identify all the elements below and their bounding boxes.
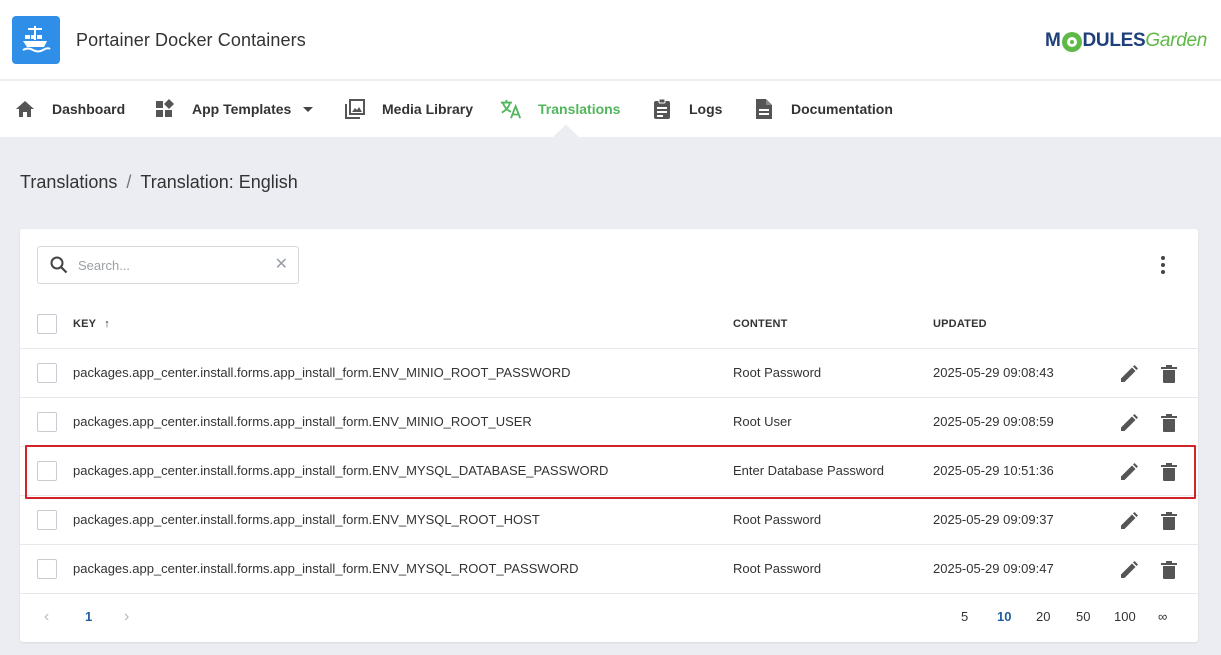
nav-documentation-label: Documentation: [791, 101, 893, 117]
nav-dashboard[interactable]: Dashboard: [14, 81, 125, 137]
edit-icon[interactable]: [1118, 412, 1140, 434]
media-library-icon: [344, 98, 366, 120]
row-checkbox[interactable]: [37, 461, 57, 481]
nav-logs-label: Logs: [689, 101, 723, 117]
cell-content: Root User: [733, 414, 792, 429]
delete-icon[interactable]: [1158, 363, 1180, 385]
next-page-icon[interactable]: ›: [124, 608, 129, 626]
home-icon: [14, 98, 36, 120]
search-input[interactable]: [78, 257, 268, 273]
cell-key: packages.app_center.install.forms.app_in…: [73, 365, 571, 380]
chevron-down-icon: [303, 106, 314, 112]
page-size-option[interactable]: ∞: [1158, 609, 1167, 624]
top-bar: Portainer Docker Containers M DULES Garden: [0, 0, 1221, 80]
page-size-option[interactable]: 50: [1076, 609, 1090, 624]
document-icon: [753, 98, 775, 120]
cell-content: Root Password: [733, 365, 822, 380]
row-checkbox[interactable]: [37, 363, 57, 383]
nav-app-templates[interactable]: App Templates: [154, 81, 314, 137]
nav-translations-label: Translations: [538, 101, 621, 117]
row-checkbox[interactable]: [37, 559, 57, 579]
nav-media-library-label: Media Library: [382, 101, 474, 117]
breadcrumb: Translations / Translation: English: [20, 172, 298, 193]
edit-icon[interactable]: [1118, 510, 1140, 532]
modulesgarden-logo: M DULES Garden: [1044, 30, 1207, 52]
table-row: packages.app_center.install.forms.app_in…: [20, 447, 1198, 496]
clipboard-icon: [651, 98, 673, 120]
prev-page-icon[interactable]: ‹: [44, 608, 49, 626]
cell-content: Root Password: [733, 561, 822, 576]
table-header: KEY ↑ CONTENT UPDATED: [20, 304, 1198, 349]
cell-updated: 2025-05-29 09:08:43: [933, 365, 1054, 380]
table-row: packages.app_center.install.forms.app_in…: [20, 349, 1198, 398]
cell-content: Root Password: [733, 512, 822, 527]
nav-dashboard-label: Dashboard: [52, 101, 126, 117]
nav-app-templates-label: App Templates: [192, 101, 292, 117]
widgets-icon: [154, 98, 176, 120]
main-nav: Dashboard App Templates Media Library Tr…: [0, 81, 1221, 137]
breadcrumb-separator: /: [126, 172, 132, 192]
row-checkbox[interactable]: [37, 510, 57, 530]
page-size-option[interactable]: 10: [997, 609, 1011, 624]
cell-key: packages.app_center.install.forms.app_in…: [73, 463, 609, 478]
column-content[interactable]: CONTENT: [733, 318, 788, 330]
table-row: packages.app_center.install.forms.app_in…: [20, 398, 1198, 447]
select-all-checkbox[interactable]: [37, 314, 57, 334]
table-row: packages.app_center.install.forms.app_in…: [20, 545, 1198, 594]
cell-key: packages.app_center.install.forms.app_in…: [73, 512, 540, 527]
search-box: ✕: [37, 246, 299, 284]
page-size-option[interactable]: 100: [1114, 609, 1136, 624]
translations-table-card: ✕ KEY↑ CONTENT UPDATED packages.app_cent…: [20, 229, 1198, 642]
column-key[interactable]: KEY ↑: [73, 318, 110, 330]
delete-icon[interactable]: [1158, 412, 1180, 434]
cell-updated: 2025-05-29 10:51:36: [933, 463, 1054, 478]
edit-icon[interactable]: [1118, 363, 1140, 385]
breadcrumb-current: Translation: English: [140, 172, 298, 192]
delete-icon[interactable]: [1158, 461, 1180, 483]
breadcrumb-parent[interactable]: Translations: [20, 172, 117, 193]
more-options-icon[interactable]: [1154, 255, 1172, 275]
delete-icon[interactable]: [1158, 510, 1180, 532]
translate-icon: [500, 98, 522, 120]
app-logo-icon: [12, 16, 60, 64]
row-checkbox[interactable]: [37, 412, 57, 432]
nav-logs[interactable]: Logs: [651, 81, 722, 137]
page-size-option[interactable]: 20: [1036, 609, 1050, 624]
cell-updated: 2025-05-29 09:09:37: [933, 512, 1054, 527]
edit-icon[interactable]: [1118, 559, 1140, 581]
cell-key: packages.app_center.install.forms.app_in…: [73, 561, 579, 576]
app-title: Portainer Docker Containers: [76, 30, 306, 50]
cell-key: packages.app_center.install.forms.app_in…: [73, 414, 532, 429]
edit-icon[interactable]: [1118, 461, 1140, 483]
search-icon: [48, 254, 70, 276]
sort-asc-icon: ↑: [104, 318, 110, 330]
delete-icon[interactable]: [1158, 559, 1180, 581]
cell-updated: 2025-05-29 09:09:47: [933, 561, 1054, 576]
cell-content: Enter Database Password: [733, 463, 885, 478]
cell-updated: 2025-05-29 09:08:59: [933, 414, 1054, 429]
page-number[interactable]: 1: [85, 609, 92, 624]
page-size-option[interactable]: 5: [961, 609, 968, 624]
table-row: packages.app_center.install.forms.app_in…: [20, 496, 1198, 545]
clear-search-icon[interactable]: ✕: [275, 257, 288, 273]
column-updated[interactable]: UPDATED: [933, 318, 987, 330]
nav-documentation[interactable]: Documentation: [753, 81, 893, 137]
nav-media-library[interactable]: Media Library: [344, 81, 473, 137]
pagination: ‹ 1 › 5 10 20 50 100 ∞: [20, 597, 1198, 637]
